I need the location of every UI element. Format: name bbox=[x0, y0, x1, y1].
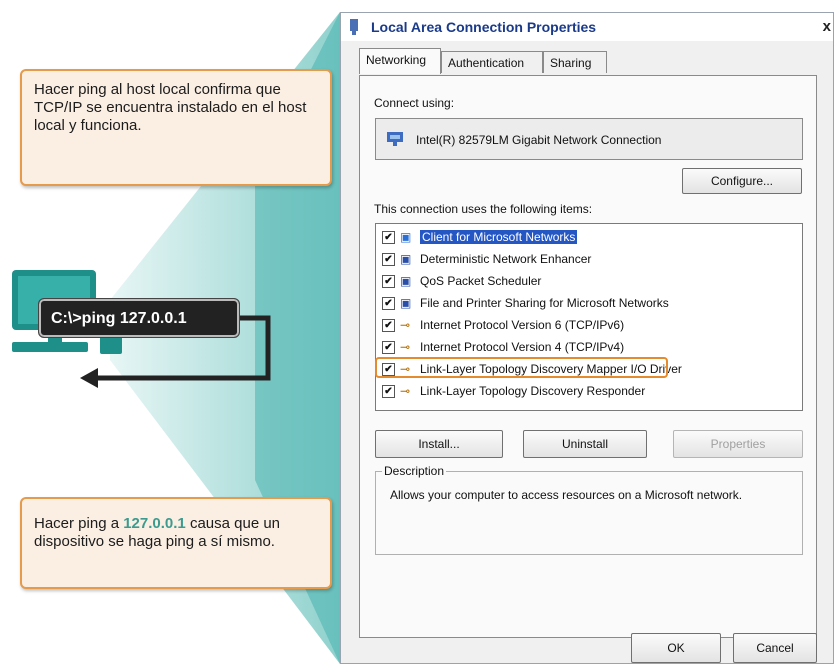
item-label: Internet Protocol Version 6 (TCP/IPv6) bbox=[420, 318, 625, 332]
ok-button[interactable]: OK bbox=[631, 633, 721, 663]
components-list[interactable]: ✔ ▣ Client for Microsoft Networks ✔ ▣ De… bbox=[375, 223, 803, 411]
networking-panel: Connect using: Intel(R) 82579LM Gigabit … bbox=[359, 75, 817, 663]
description-text: Allows your computer to access resources… bbox=[390, 488, 743, 502]
network-service-icon: ▣ bbox=[400, 274, 412, 288]
item-label: QoS Packet Scheduler bbox=[420, 274, 542, 288]
tab-sharing[interactable]: Sharing bbox=[543, 51, 607, 73]
dialog-title: Local Area Connection Properties bbox=[371, 19, 597, 35]
protocol-icon: ⊸ bbox=[400, 340, 411, 354]
protocol-icon: ⊸ bbox=[400, 384, 411, 398]
item-label: Client for Microsoft Networks bbox=[420, 230, 578, 244]
item-label: Deterministic Network Enhancer bbox=[420, 252, 592, 266]
callout-bottom-prefix: Hacer ping a bbox=[34, 515, 124, 532]
checkbox[interactable]: ✔ bbox=[382, 253, 395, 266]
loopback-arrow-icon bbox=[80, 315, 271, 388]
loopback-address: 127.0.0.1 bbox=[123, 515, 186, 532]
tab-networking[interactable]: Networking bbox=[359, 48, 441, 74]
properties-dialog: Local Area Connection Properties x Netwo… bbox=[340, 12, 834, 664]
adapter-name: Intel(R) 82579LM Gigabit Network Connect… bbox=[416, 133, 662, 147]
configure-button[interactable]: Configure... bbox=[682, 168, 802, 194]
network-adapter-icon bbox=[350, 19, 358, 35]
adapter-field: Intel(R) 82579LM Gigabit Network Connect… bbox=[375, 118, 803, 160]
description-group: Description Allows your computer to acce… bbox=[375, 464, 803, 555]
item-label: Internet Protocol Version 4 (TCP/IPv4) bbox=[420, 340, 625, 354]
checkbox[interactable]: ✔ bbox=[382, 275, 395, 288]
install-button[interactable]: Install... bbox=[375, 430, 503, 458]
network-service-icon: ▣ bbox=[400, 252, 412, 266]
properties-button[interactable]: Properties bbox=[673, 430, 803, 458]
network-client-icon: ▣ bbox=[400, 230, 412, 244]
close-icon[interactable]: x bbox=[823, 18, 831, 35]
list-item[interactable]: ✔ ▣ QoS Packet Scheduler bbox=[380, 271, 790, 291]
list-item[interactable]: ✔ ⊸ Internet Protocol Version 6 (TCP/IPv… bbox=[380, 315, 790, 335]
callout-top: Hacer ping al host local confirma que TC… bbox=[20, 69, 332, 186]
checkbox[interactable]: ✔ bbox=[382, 319, 395, 332]
list-item[interactable]: ✔ ▣ Deterministic Network Enhancer bbox=[380, 249, 790, 269]
checkbox[interactable]: ✔ bbox=[382, 297, 395, 310]
checkbox[interactable]: ✔ bbox=[382, 341, 395, 354]
tab-authentication[interactable]: Authentication bbox=[441, 51, 543, 73]
list-item[interactable]: ✔ ⊸ Link-Layer Topology Discovery Respon… bbox=[380, 381, 790, 401]
ipv4-highlight-ring bbox=[375, 357, 668, 378]
connect-using-label: Connect using: bbox=[374, 96, 455, 110]
network-card-icon bbox=[387, 132, 403, 146]
list-item[interactable]: ✔ ▣ Client for Microsoft Networks bbox=[380, 227, 790, 247]
callout-bottom: Hacer ping a 127.0.0.1 causa que un disp… bbox=[20, 497, 332, 589]
item-label: Link-Layer Topology Discovery Responder bbox=[420, 384, 646, 398]
cancel-button[interactable]: Cancel bbox=[733, 633, 817, 663]
protocol-icon: ⊸ bbox=[400, 318, 411, 332]
checkbox[interactable]: ✔ bbox=[382, 385, 395, 398]
title-bar[interactable]: Local Area Connection Properties x bbox=[341, 13, 833, 41]
uninstall-button[interactable]: Uninstall bbox=[523, 430, 647, 458]
network-service-icon: ▣ bbox=[400, 296, 412, 310]
description-legend: Description bbox=[382, 464, 447, 478]
checkbox[interactable]: ✔ bbox=[382, 231, 395, 244]
callout-top-text: Hacer ping al host local confirma que TC… bbox=[34, 81, 307, 134]
list-item[interactable]: ✔ ⊸ Internet Protocol Version 4 (TCP/IPv… bbox=[380, 337, 790, 357]
list-item[interactable]: ✔ ▣ File and Printer Sharing for Microso… bbox=[380, 293, 790, 313]
items-label: This connection uses the following items… bbox=[374, 202, 593, 216]
item-label: File and Printer Sharing for Microsoft N… bbox=[420, 296, 669, 310]
